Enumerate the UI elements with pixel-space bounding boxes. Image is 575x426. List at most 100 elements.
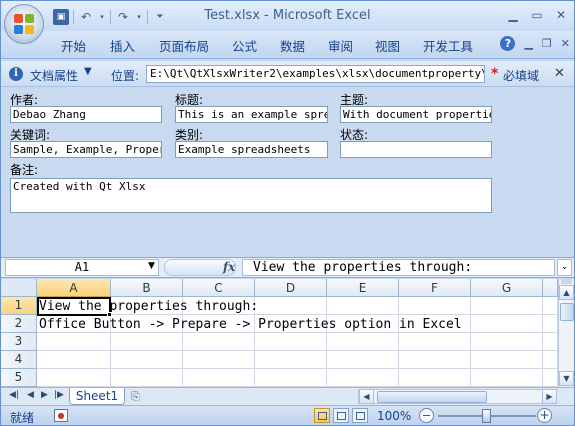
save-icon[interactable]: ▣ bbox=[53, 9, 69, 25]
workbook-restore-icon[interactable]: ❐ bbox=[542, 37, 552, 50]
next-sheet-icon[interactable]: ▶ bbox=[41, 390, 48, 400]
name-box[interactable]: A1 bbox=[5, 259, 159, 276]
grid-cell[interactable] bbox=[471, 297, 543, 315]
maximize-icon[interactable]: ▭ bbox=[528, 7, 546, 23]
category-field[interactable]: Example spreadsheets bbox=[175, 141, 328, 158]
grid-cell[interactable] bbox=[399, 333, 471, 351]
status-field[interactable] bbox=[340, 141, 492, 158]
undo-icon[interactable]: ↶ bbox=[78, 9, 94, 25]
page-layout-view-icon[interactable] bbox=[333, 408, 349, 423]
close-icon[interactable]: ✕ bbox=[552, 7, 570, 23]
grid-cell[interactable] bbox=[399, 297, 471, 315]
grid-cell[interactable] bbox=[327, 351, 399, 369]
first-sheet-icon[interactable]: ◀| bbox=[9, 390, 19, 400]
grid-cell[interactable] bbox=[471, 351, 543, 369]
grid-cell[interactable] bbox=[399, 351, 471, 369]
worksheet-grid[interactable]: A B C D E F G 1 2 3 4 5 View the propert… bbox=[1, 279, 558, 387]
column-header[interactable]: E bbox=[327, 279, 399, 297]
row-header[interactable]: 1 bbox=[1, 297, 37, 315]
name-box-dropdown-icon[interactable]: ▼ bbox=[148, 261, 155, 271]
grid-cell[interactable] bbox=[255, 369, 327, 387]
split-box[interactable] bbox=[561, 279, 572, 284]
location-field[interactable]: E:\Qt\QtXlsxWriter2\examples\xlsx\docume… bbox=[146, 65, 485, 83]
office-button[interactable] bbox=[4, 4, 44, 44]
grid-cell[interactable] bbox=[37, 351, 111, 369]
grid-cell[interactable] bbox=[471, 333, 543, 351]
cell-a2-text[interactable]: Office Button -> Prepare -> Properties o… bbox=[39, 316, 462, 334]
scroll-up-icon[interactable]: ▲ bbox=[559, 285, 574, 300]
tab-page-layout[interactable]: 页面布局 bbox=[159, 36, 209, 55]
grid-cell[interactable] bbox=[183, 333, 255, 351]
insert-sheet-icon[interactable]: ⎘ bbox=[131, 390, 151, 404]
grid-cell[interactable] bbox=[543, 333, 558, 351]
grid-cell[interactable] bbox=[327, 369, 399, 387]
grid-cell[interactable] bbox=[111, 333, 183, 351]
zoom-in-icon[interactable]: + bbox=[537, 408, 552, 423]
grid-cell[interactable] bbox=[37, 333, 111, 351]
column-header[interactable]: B bbox=[111, 279, 183, 297]
subject-field[interactable]: With document properties bbox=[340, 106, 492, 123]
row-header[interactable]: 2 bbox=[1, 315, 37, 333]
grid-cell[interactable] bbox=[111, 351, 183, 369]
formula-input[interactable]: View the properties through: bbox=[242, 259, 555, 276]
column-header[interactable]: C bbox=[183, 279, 255, 297]
last-sheet-icon[interactable]: |▶ bbox=[54, 390, 64, 400]
minimize-icon[interactable]: ▁ bbox=[504, 7, 522, 23]
tab-data[interactable]: 数据 bbox=[280, 36, 305, 55]
prev-sheet-icon[interactable]: ◀ bbox=[27, 390, 34, 400]
grid-cell[interactable] bbox=[471, 315, 543, 333]
grid-cell[interactable] bbox=[255, 333, 327, 351]
grid-cell[interactable] bbox=[111, 369, 183, 387]
scroll-left-icon[interactable]: ◀ bbox=[359, 389, 374, 404]
horizontal-scrollbar[interactable]: ◀ ▶ bbox=[358, 389, 557, 404]
tab-view[interactable]: 视图 bbox=[375, 36, 400, 55]
column-header[interactable]: F bbox=[399, 279, 471, 297]
redo-icon[interactable]: ↷ bbox=[115, 9, 131, 25]
page-break-view-icon[interactable] bbox=[352, 408, 368, 423]
normal-view-icon[interactable] bbox=[314, 408, 330, 423]
undo-dropdown-icon[interactable]: ▾ bbox=[98, 9, 106, 25]
customize-qat-icon[interactable]: ⏷ bbox=[152, 9, 168, 25]
tab-developer[interactable]: 开发工具 bbox=[423, 36, 473, 55]
row-header[interactable]: 3 bbox=[1, 333, 37, 351]
expand-formula-bar-icon[interactable]: ⌄ bbox=[557, 259, 572, 276]
grid-cell[interactable] bbox=[255, 351, 327, 369]
redo-dropdown-icon[interactable]: ▾ bbox=[135, 9, 143, 25]
grid-cell[interactable] bbox=[543, 297, 558, 315]
grid-cell[interactable] bbox=[183, 351, 255, 369]
author-field[interactable]: Debao Zhang bbox=[10, 106, 162, 123]
tab-formulas[interactable]: 公式 bbox=[232, 36, 257, 55]
grid-cell[interactable] bbox=[471, 369, 543, 387]
row-header[interactable]: 4 bbox=[1, 351, 37, 369]
column-header[interactable]: D bbox=[255, 279, 327, 297]
title-field[interactable]: This is an example spread bbox=[175, 106, 328, 123]
tab-review[interactable]: 审阅 bbox=[328, 36, 353, 55]
column-header[interactable]: G bbox=[471, 279, 543, 297]
help-icon[interactable]: ? bbox=[500, 36, 516, 51]
grid-cell[interactable] bbox=[399, 369, 471, 387]
comments-field[interactable]: Created with Qt Xlsx bbox=[10, 178, 492, 213]
scroll-down-icon[interactable]: ▼ bbox=[559, 371, 574, 386]
grid-cell[interactable] bbox=[327, 333, 399, 351]
grid-cell[interactable] bbox=[183, 369, 255, 387]
fill-handle[interactable] bbox=[107, 312, 112, 317]
column-header-partial[interactable] bbox=[543, 279, 558, 297]
formula-bar-divider[interactable]: fx bbox=[164, 259, 236, 276]
zoom-level[interactable]: 100% bbox=[377, 409, 411, 423]
column-header[interactable]: A bbox=[37, 279, 111, 297]
document-properties-menu[interactable]: 文档属性 bbox=[30, 67, 78, 84]
grid-cell[interactable] bbox=[543, 315, 558, 333]
macro-record-icon[interactable]: ● bbox=[54, 409, 68, 422]
scroll-right-icon[interactable]: ▶ bbox=[542, 389, 557, 404]
grid-cell[interactable] bbox=[255, 297, 327, 315]
close-panel-icon[interactable]: ✕ bbox=[554, 66, 565, 81]
row-header[interactable]: 5 bbox=[1, 369, 37, 387]
chevron-down-icon[interactable]: ▼ bbox=[84, 66, 92, 77]
horizontal-scroll-thumb[interactable] bbox=[377, 391, 487, 403]
workbook-close-icon[interactable]: ✕ bbox=[561, 37, 570, 50]
vertical-scrollbar[interactable]: ▲ ▼ bbox=[558, 279, 574, 387]
tab-home[interactable]: 开始 bbox=[61, 36, 86, 55]
keywords-field[interactable]: Sample, Example, Properti bbox=[10, 141, 162, 158]
zoom-slider-thumb[interactable] bbox=[482, 409, 491, 423]
zoom-out-icon[interactable]: − bbox=[419, 408, 434, 423]
